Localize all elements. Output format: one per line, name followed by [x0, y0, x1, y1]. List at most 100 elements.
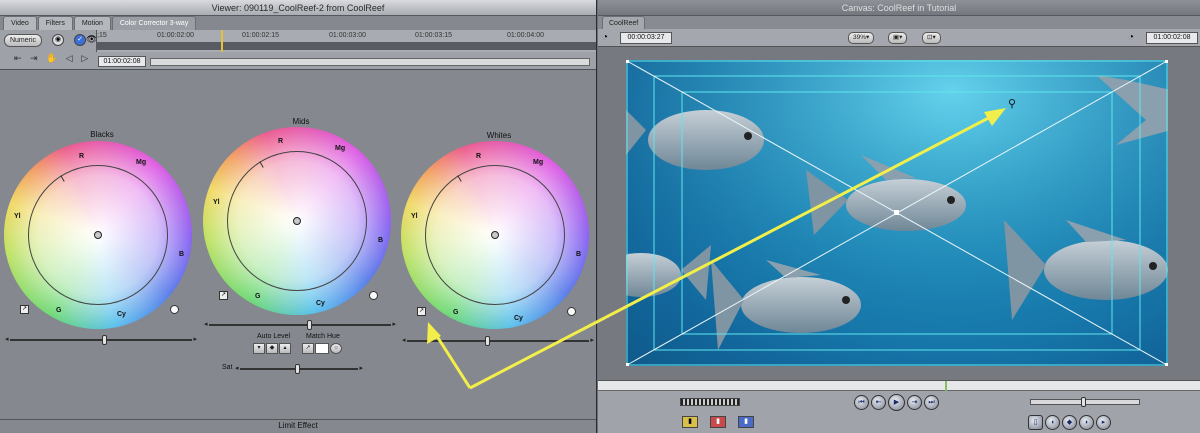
shuttle-control[interactable]	[1030, 397, 1140, 407]
transport-controls: ⏮ ⇤ ▶ ⇥ ⏭	[854, 394, 939, 411]
slider-left-arrow-icon[interactable]: ◂	[402, 336, 406, 344]
overlay-popup-icon: ⊡	[927, 34, 933, 41]
match-hue-buttons: ↗ ○	[302, 343, 342, 354]
go-to-next-edit-button[interactable]: ⏭	[924, 395, 939, 410]
canvas-titlebar[interactable]: Canvas: CoolReef in Tutorial	[598, 0, 1200, 16]
keyframe-icon[interactable]: ◉	[52, 34, 64, 46]
match-color-swatch[interactable]	[315, 343, 329, 354]
tab-filters[interactable]: Filters	[37, 16, 73, 30]
whites-level-slider[interactable]: ◂ ▸	[402, 336, 594, 346]
mids-slider-knob[interactable]	[307, 320, 312, 330]
replace-edit-icon[interactable]: ▮	[738, 416, 754, 428]
numeric-button[interactable]: Numeric	[4, 34, 42, 47]
marker-controls: ▯ ◖ ◆ ◗ ▸	[1028, 415, 1111, 430]
canvas-scrubber-bar[interactable]	[598, 381, 1200, 391]
blacks-reset-button[interactable]	[170, 305, 179, 314]
current-timecode-field[interactable]: 01:00:02:08	[98, 56, 146, 67]
auto-contrast-button[interactable]: ◆	[266, 343, 278, 354]
tab-coolreef[interactable]: CoolReef	[602, 16, 646, 29]
viewer-titlebar[interactable]: Viewer: 090119_CoolReef-2 from CoolReef	[0, 0, 596, 16]
auto-black-level-button[interactable]: ▾	[253, 343, 265, 354]
viewer-tabs: Video Filters Motion Color Corrector 3-w…	[0, 16, 220, 30]
ruler-tick: 01:00:03:15	[415, 32, 452, 39]
label-b: B	[378, 237, 384, 244]
tab-motion[interactable]: Motion	[73, 16, 111, 30]
visibility-checkbox[interactable]: ✓	[74, 34, 86, 46]
label-g: G	[255, 293, 261, 300]
label-r: R	[476, 153, 482, 160]
label-r: R	[278, 138, 284, 145]
view-popup-icon: ▣	[893, 34, 900, 41]
auto-level-buttons: ▾ ◆ ▴	[253, 343, 291, 354]
mark-clip-button[interactable]: ◆	[1062, 415, 1077, 430]
slider-right-arrow-icon[interactable]: ▸	[359, 364, 363, 372]
label-cy: Cy	[117, 311, 126, 318]
ruler-tick: ;15	[97, 32, 107, 39]
label-g: G	[453, 309, 459, 316]
slider-right-arrow-icon[interactable]: ▸	[392, 320, 396, 328]
whites-balance-control[interactable]	[491, 231, 499, 239]
mids-title: Mids	[292, 117, 310, 126]
add-marker-button[interactable]: ◗	[1079, 415, 1094, 430]
keyframe-track[interactable]	[96, 42, 596, 50]
zoom-popup[interactable]: 39%▾	[848, 32, 875, 44]
mids-balance-control[interactable]	[293, 217, 301, 225]
canvas-playhead[interactable]	[945, 381, 947, 391]
zoom-scroller[interactable]	[150, 58, 590, 66]
current-timecode-field[interactable]: 01:00:02:08	[1146, 32, 1198, 44]
label-b: B	[576, 251, 582, 258]
view-popup[interactable]: ▣▾	[888, 32, 908, 44]
label-g: G	[56, 307, 62, 314]
label-cy: Cy	[316, 300, 325, 307]
slider-left-arrow-icon[interactable]: ◂	[5, 335, 9, 343]
tab-color-corrector[interactable]: Color Corrector 3-way	[111, 16, 197, 30]
saturation-slider-knob[interactable]	[295, 364, 300, 374]
auto-level-label: Auto Level	[257, 333, 291, 340]
blacks-slider-knob[interactable]	[102, 335, 107, 345]
overwrite-edit-icon[interactable]: ▮	[710, 416, 726, 428]
nav-tool-icons[interactable]: ⇤ ⇥ ✋ ◁ ▷	[14, 53, 91, 64]
mids-eyedropper-icon[interactable]: ↗	[219, 291, 228, 300]
mids-reset-button[interactable]	[369, 291, 378, 300]
label-r: R	[79, 153, 85, 160]
ruler-tick: 01:00:03:00	[329, 32, 366, 39]
play-around-button[interactable]: ⇥	[907, 395, 922, 410]
insert-edit-icon[interactable]: ▮	[682, 416, 698, 428]
whites-reset-button[interactable]	[567, 307, 576, 316]
blacks-level-slider[interactable]: ◂ ▸	[5, 335, 197, 345]
blacks-balance-control[interactable]	[94, 231, 102, 239]
auto-white-level-button[interactable]: ▴	[279, 343, 291, 354]
whites-eyedropper-icon[interactable]: ↗	[417, 307, 426, 316]
mark-out-button[interactable]: ▸	[1096, 415, 1111, 430]
limit-effect-bar[interactable]: Limit Effect	[0, 419, 596, 433]
overlay-popup[interactable]: ⊡▾	[922, 32, 941, 44]
playhead[interactable]	[221, 30, 223, 52]
match-frame-button[interactable]: ▯	[1028, 415, 1043, 430]
jog-control[interactable]	[680, 398, 740, 406]
play-button[interactable]: ▶	[888, 394, 905, 411]
whites-title: Whites	[486, 131, 512, 140]
play-in-to-out-button[interactable]: ⇤	[871, 395, 886, 410]
ruler-tick: 01:00:02:00	[157, 32, 194, 39]
shuttle-knob[interactable]	[1081, 397, 1086, 407]
slider-right-arrow-icon[interactable]: ▸	[193, 335, 197, 343]
duration-timecode-field[interactable]: 00:00:03:27	[620, 32, 672, 44]
duration-clock-icon: ◔	[602, 32, 609, 43]
whites-slider-knob[interactable]	[485, 336, 490, 346]
match-hue-reset-button[interactable]: ○	[330, 343, 342, 354]
tab-video[interactable]: Video	[3, 16, 37, 30]
mark-in-button[interactable]: ◖	[1045, 415, 1060, 430]
fish-scene: ⚲	[626, 60, 1168, 366]
slider-right-arrow-icon[interactable]: ▸	[590, 336, 594, 344]
sat-label: Sat	[222, 364, 233, 371]
slider-left-arrow-icon[interactable]: ◂	[235, 364, 239, 372]
video-frame[interactable]: ⚲	[626, 60, 1168, 366]
mids-level-slider[interactable]: ◂ ▸	[204, 320, 396, 330]
go-to-previous-edit-button[interactable]: ⏮	[854, 395, 869, 410]
saturation-slider[interactable]: ◂ ▸	[235, 364, 363, 374]
blacks-title: Blacks	[90, 130, 114, 139]
match-hue-eyedropper-icon[interactable]: ↗	[302, 343, 314, 354]
blacks-eyedropper-icon[interactable]: ↗	[20, 305, 29, 314]
canvas-title: Canvas: CoolReef in Tutorial	[841, 3, 957, 13]
slider-left-arrow-icon[interactable]: ◂	[204, 320, 208, 328]
